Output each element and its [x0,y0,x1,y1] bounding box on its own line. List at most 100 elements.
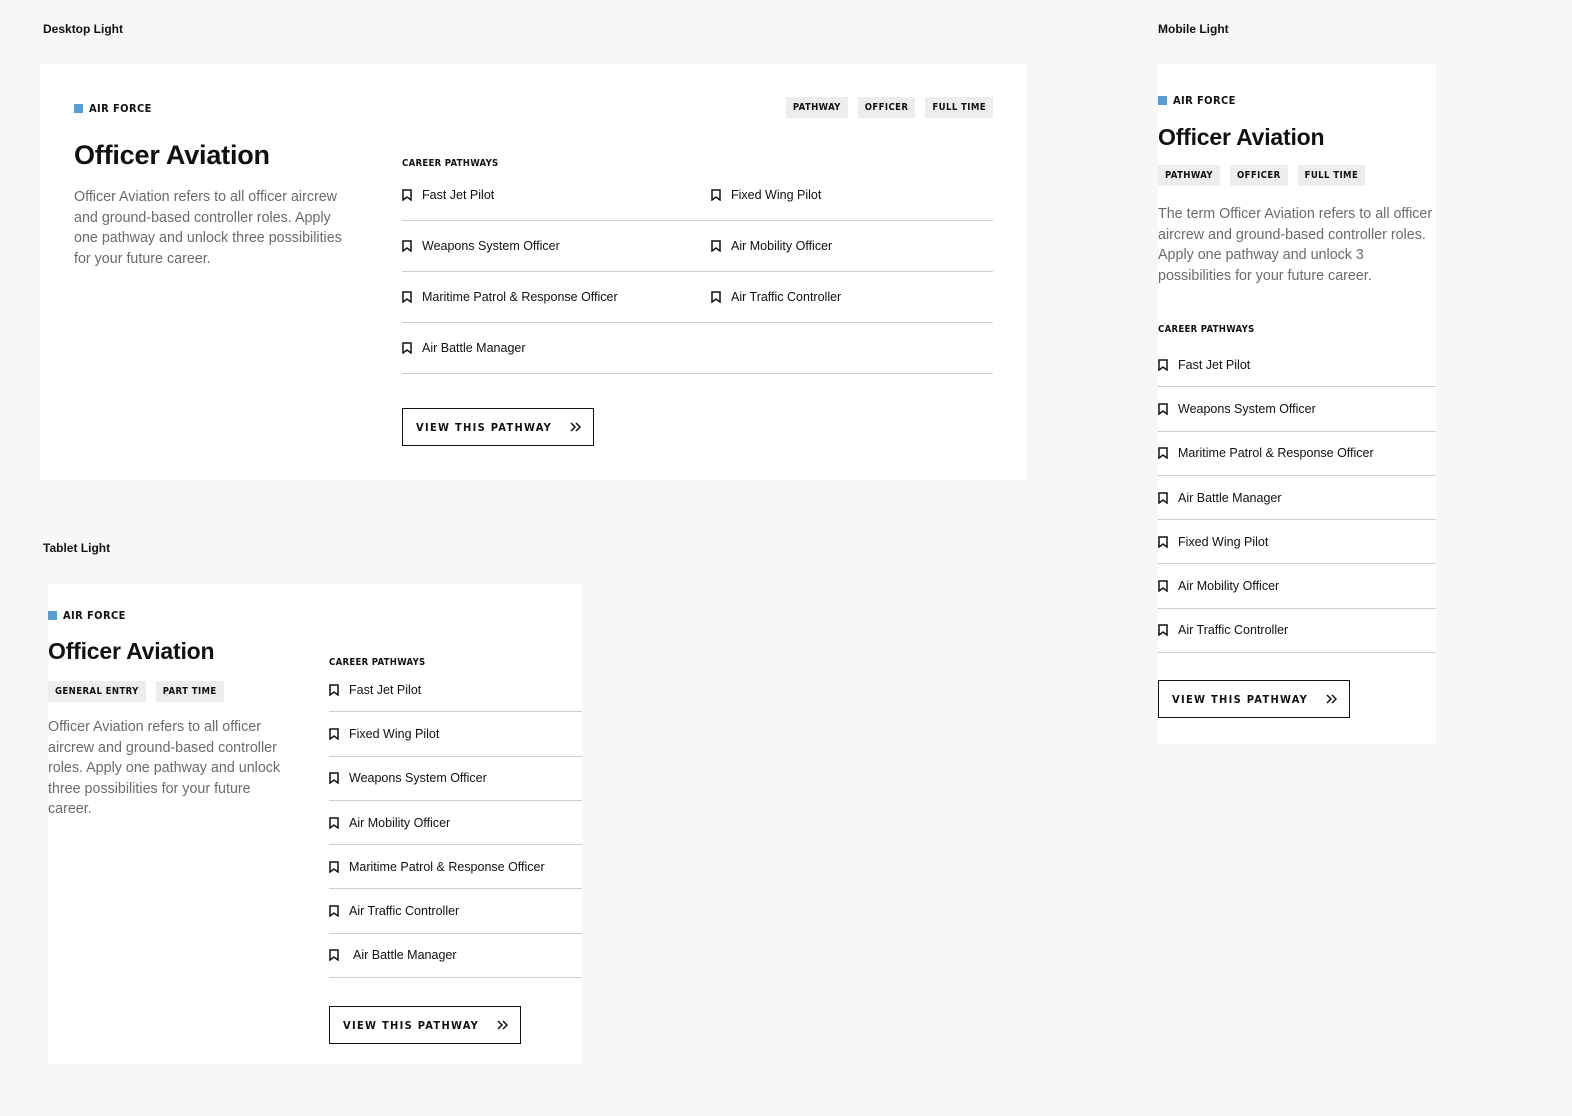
pathway-item[interactable]: Fast Jet Pilot [402,170,711,221]
bookmark-icon [1158,403,1168,415]
view-pathway-button[interactable]: VIEW THIS PATHWAY [402,408,595,446]
bookmark-icon [1158,491,1168,504]
bookmark-icon [329,905,339,918]
bookmark-icon [1158,580,1168,593]
description: Officer Aviation refers to all officer a… [74,189,342,267]
career-pathways-heading: CAREER PATHWAYS [329,657,426,668]
tag-list: GENERAL ENTRY PART TIME [48,681,224,702]
pathway-item[interactable]: Air Battle Manager [329,934,582,979]
bookmark-icon [329,728,339,740]
page-title: Officer Aviation [74,140,270,170]
pathway-label: Maritime Patrol & Response Officer [1178,446,1374,461]
pathway-label: Air Mobility Officer [349,815,451,830]
desktop-card: AIR FORCE PATHWAY OFFICER FULL TIME Offi… [40,64,1027,480]
pathway-item[interactable]: Air Traffic Controller [329,889,582,934]
tag: OFFICER [1229,165,1288,186]
pathway-item[interactable]: Air Battle Manager [402,323,711,374]
bookmark-icon [329,949,339,962]
pathway-item[interactable]: Fixed Wing Pilot [329,712,582,757]
pathway-item[interactable]: Maritime Patrol & Response Officer [329,845,582,890]
view-pathway-button-label: VIEW THIS PATHWAY [343,1018,480,1032]
tablet-card: AIR FORCE Officer Aviation GENERAL ENTRY… [48,584,582,1064]
pathway-item[interactable]: Fixed Wing Pilot [1158,520,1436,565]
mobile-frame-label: Mobile Light [1158,22,1229,36]
bookmark-icon [711,291,721,303]
pathway-label: Weapons System Officer [422,239,560,253]
bookmark-icon [1158,447,1168,460]
pathway-item[interactable]: Air Battle Manager [1158,476,1436,521]
pathway-item[interactable]: Air Mobility Officer [329,801,582,846]
pathway-label: Fast Jet Pilot [349,682,422,697]
tag: PART TIME [155,681,224,702]
pathway-list: Fast Jet Pilot Weapons System Officer Ma… [1158,343,1436,654]
pathway-label: Fixed Wing Pilot [349,726,440,741]
desktop-frame-label: Desktop Light [43,22,123,36]
bookmark-icon [711,240,721,252]
pathway-label: Air Traffic Controller [731,290,842,304]
tag: PATHWAY [1158,165,1220,186]
bookmark-icon [402,342,412,354]
pathway-label: Fixed Wing Pilot [731,188,822,202]
pathway-item[interactable]: Maritime Patrol & Response Officer [1158,432,1436,476]
bookmark-icon [329,816,339,829]
brand: AIR FORCE [48,609,126,622]
brand-label: AIR FORCE [1173,94,1236,107]
pathway-label: Air Traffic Controller [349,904,460,919]
bookmark-icon [1158,624,1168,637]
pathway-list: Fast Jet Pilot Fixed Wing Pilot Weapons … [402,170,993,374]
view-pathway-button-label: VIEW THIS PATHWAY [1172,692,1309,706]
tablet-frame-label: Tablet Light [43,541,111,555]
tag-list: PATHWAY OFFICER FULL TIME [1158,165,1366,186]
pathway-item[interactable]: Maritime Patrol & Response Officer [402,272,711,323]
pathway-label: Air Battle Manager [1178,490,1282,505]
pathway-label: Fast Jet Pilot [422,188,495,202]
pathway-label: Maritime Patrol & Response Officer [422,290,618,304]
pathway-label: Air Mobility Officer [1178,579,1280,594]
bookmark-icon [329,772,339,785]
double-chevron-right-icon [497,1020,509,1030]
pathway-item[interactable]: Fast Jet Pilot [329,668,582,713]
view-pathway-button-label: VIEW THIS PATHWAY [416,420,553,434]
brand-square-icon [1158,96,1167,105]
description: The term Officer Aviation refers to all … [1158,206,1433,284]
tag: FULL TIME [925,97,993,118]
description: Officer Aviation refers to all officer a… [48,719,281,817]
tag: OFFICER [857,97,916,118]
tag: PATHWAY [785,97,848,118]
bookmark-icon [1158,536,1168,548]
page-title: Officer Aviation [1158,124,1325,150]
view-pathway-button[interactable]: VIEW THIS PATHWAY [1158,680,1351,718]
bookmark-icon [1158,358,1168,371]
page-title: Officer Aviation [48,638,215,664]
brand-label: AIR FORCE [63,609,126,622]
tag-list: PATHWAY OFFICER FULL TIME [785,97,993,118]
pathway-label: Air Traffic Controller [1178,623,1289,638]
double-chevron-right-icon [570,422,582,432]
brand-label: AIR FORCE [89,102,152,115]
tag: GENERAL ENTRY [48,681,146,702]
pathway-list: Fast Jet Pilot Fixed Wing Pilot Weapons … [329,668,582,979]
brand-square-icon [74,104,83,113]
pathway-item[interactable]: Weapons System Officer [1158,387,1436,432]
pathway-item[interactable]: Air Mobility Officer [711,221,993,272]
pathway-label: Maritime Patrol & Response Officer [349,859,545,874]
pathway-item[interactable]: Weapons System Officer [402,221,711,272]
pathway-label: Fixed Wing Pilot [1178,534,1269,549]
brand: AIR FORCE [1158,94,1236,107]
pathway-item[interactable]: Air Traffic Controller [1158,609,1436,654]
view-pathway-button[interactable]: VIEW THIS PATHWAY [329,1006,522,1044]
brand-square-icon [48,611,57,620]
brand: AIR FORCE [74,102,152,115]
career-pathways-heading: CAREER PATHWAYS [402,158,499,169]
mobile-card: AIR FORCE Officer Aviation PATHWAY OFFIC… [1158,64,1436,744]
career-pathways-heading: CAREER PATHWAYS [1158,324,1255,335]
pathway-item[interactable]: Weapons System Officer [329,757,582,801]
pathway-label: Weapons System Officer [1178,401,1316,416]
pathway-item[interactable]: Air Traffic Controller [711,272,993,323]
tag: FULL TIME [1297,165,1366,186]
pathway-item[interactable]: Fast Jet Pilot [1158,343,1436,388]
pathway-list-filler [711,323,993,374]
pathway-item[interactable]: Air Mobility Officer [1158,564,1436,609]
pathway-item[interactable]: Fixed Wing Pilot [711,170,993,221]
double-chevron-right-icon [1326,694,1338,704]
